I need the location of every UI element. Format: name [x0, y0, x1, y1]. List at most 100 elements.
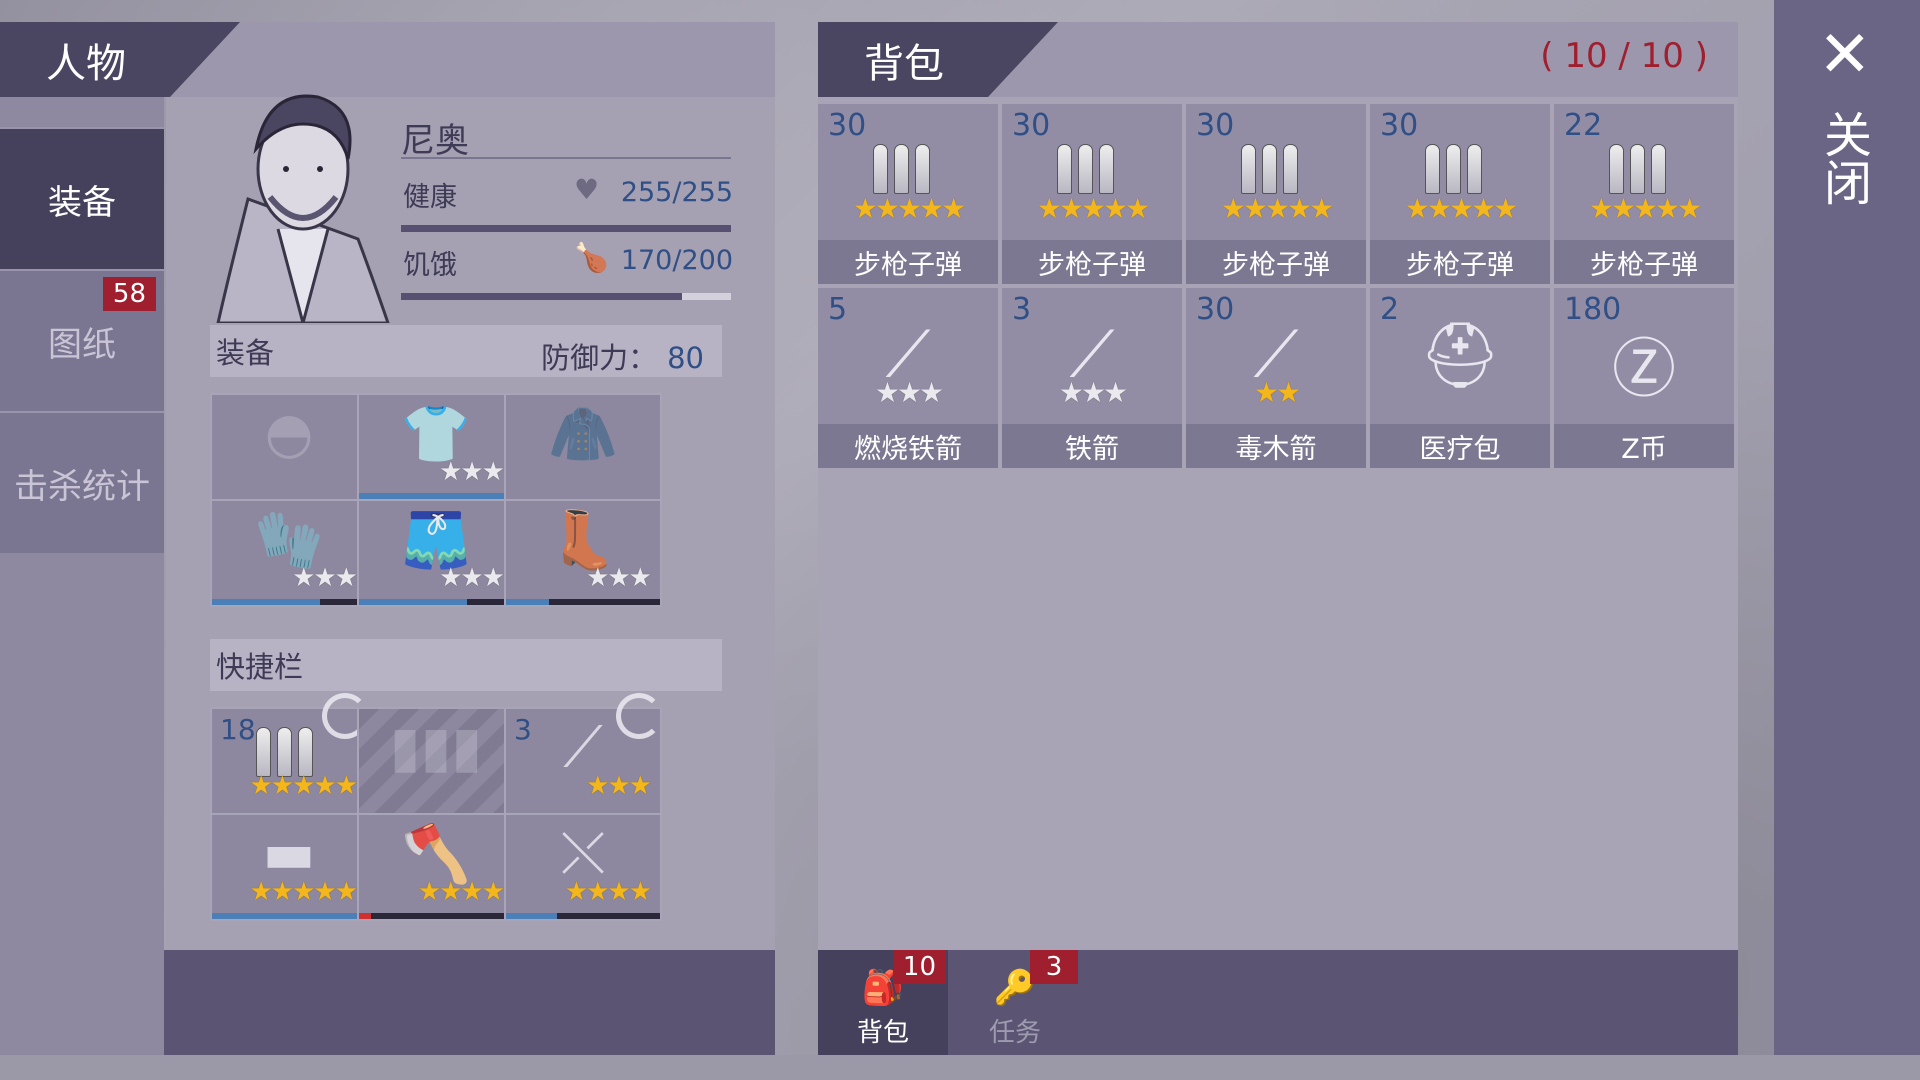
backpack-item[interactable]: 22 ★★★★★ 步枪子弹 [1554, 104, 1734, 284]
durability-fill [359, 599, 467, 605]
health-label: 健康 [403, 182, 457, 213]
tab-backpack[interactable]: 🎒 背包 10 [818, 950, 948, 1055]
close-strip[interactable]: ✕ 关闭 [1774, 0, 1920, 1080]
star-rating: ★★★ [292, 563, 358, 593]
medkit-icon: ⛑ [1419, 319, 1501, 393]
close-label[interactable]: 关闭 [1815, 110, 1878, 206]
item-name: 铁箭 [1002, 424, 1182, 468]
star-rating: ★★★★ [564, 877, 652, 907]
character-portrait [216, 94, 390, 323]
character-title: 人物 [0, 22, 240, 97]
item-count: 30 [1380, 108, 1419, 143]
health-bar [401, 225, 731, 232]
nav-blueprints[interactable]: 图纸 58 [0, 269, 164, 411]
backpack-item[interactable]: 2 ⛑ 医疗包 [1370, 288, 1550, 468]
slot-beanie[interactable]: ◓ [210, 393, 368, 501]
bullet-icon [873, 144, 943, 194]
durability-fill [359, 913, 372, 919]
item-count: 22 [1564, 108, 1603, 143]
slot-count: 3 [514, 713, 532, 746]
bullet-icon [1057, 144, 1127, 194]
tab-backpack-label: 背包 [856, 1018, 909, 1048]
item-name: 步枪子弹 [1370, 240, 1550, 284]
star-rating: ★★★★★ [1404, 192, 1519, 225]
tasks-tab-badge: 3 [1030, 950, 1078, 984]
heart-icon: ♥ [574, 173, 600, 206]
star-rating: ★★★ [439, 457, 505, 487]
nav-kill-stats-label: 击杀统计 [14, 466, 150, 507]
nav-kill-stats[interactable]: 击杀统计 [0, 411, 164, 553]
z-coin-icon: Ⓩ [1612, 333, 1676, 407]
backpack-item[interactable]: 30 ★★★★★ 步枪子弹 [818, 104, 998, 284]
item-name: Z币 [1554, 424, 1734, 468]
star-rating: ★★★★★ [249, 771, 358, 801]
durability-bar [359, 599, 513, 605]
close-icon[interactable]: ✕ [1818, 18, 1872, 92]
durability-fill [506, 599, 550, 605]
slot-axe[interactable]: 🪓 ★★★★ [357, 813, 515, 921]
jacket-icon: 🧥 [548, 402, 618, 467]
slot-rifle[interactable]: ▬ ★★★★★ [210, 813, 368, 921]
durability-fill [212, 599, 320, 605]
health-bar-fill [401, 225, 731, 232]
nav-blueprints-label: 图纸 [48, 324, 116, 365]
backpack-footer: 🎒 背包 10 🔑 任务 3 [818, 950, 1738, 1055]
bullet-icon [1241, 144, 1311, 194]
slot-crossbow[interactable]: ⤬ ★★★★ [504, 813, 662, 921]
defense-stat: 防御力： 80 [541, 335, 704, 377]
slot-jacket[interactable]: 🧥 [504, 393, 662, 501]
blueprints-badge: 58 [102, 277, 156, 311]
equipment-title: 装备 [216, 336, 275, 370]
backpack-header: 背包 ( 10 / 10 ) [818, 22, 1738, 97]
slot-gloves[interactable]: 🧤 ★★★ [210, 499, 368, 607]
slot-tshirt[interactable]: 👕 ★★★ [357, 393, 515, 501]
item-name: 毒木箭 [1186, 424, 1366, 468]
star-rating: ★★★ [439, 563, 505, 593]
slot-boots[interactable]: 👢 ★★★ [504, 499, 662, 607]
character-panel: 人物 装备 图纸 58 击杀统计 尼奥 健康 ♥ 255/255 饥饿 🍗 17… [0, 22, 775, 1055]
quickbar-title: 快捷栏 [216, 650, 304, 684]
item-count: 30 [1012, 108, 1051, 143]
nav-equipment-label: 装备 [48, 182, 116, 223]
star-rating: ★★ [1253, 376, 1301, 409]
tab-tasks[interactable]: 🔑 任务 3 [950, 950, 1080, 1055]
item-name: 步枪子弹 [1002, 240, 1182, 284]
star-rating: ★★★ [874, 376, 944, 409]
backpack-title: 背包 [818, 22, 1058, 97]
backpack-item[interactable]: 180 Ⓩ Z币 [1554, 288, 1734, 468]
star-rating: ★★★★★ [1588, 192, 1703, 225]
ammo-placeholder-icon: ▮▮▮ [389, 715, 483, 780]
backpack-item[interactable]: 30 ⟋ ★★ 毒木箭 [1186, 288, 1366, 468]
backpack-item[interactable]: 30 ★★★★★ 步枪子弹 [1186, 104, 1366, 284]
durability-bar [506, 599, 660, 605]
backpack-item[interactable]: 30 ★★★★★ 步枪子弹 [1002, 104, 1182, 284]
backpack-panel: 背包 ( 10 / 10 ) 30 ★★★★★ 步枪子弹 30 ★★★★★ 步枪子弹 30 ★… [818, 22, 1738, 1055]
meat-icon: 🍗 [574, 241, 609, 274]
item-name: 步枪子弹 [1554, 240, 1734, 284]
star-rating: ★★★★★ [852, 192, 967, 225]
backpack-item[interactable]: 5 ⟋ ★★★ 燃烧铁箭 [818, 288, 998, 468]
item-count: 30 [1196, 108, 1235, 143]
backpack-item[interactable]: 30 ★★★★★ 步枪子弹 [1370, 104, 1550, 284]
item-name: 步枪子弹 [1186, 240, 1366, 284]
tab-tasks-label: 任务 [988, 1018, 1041, 1048]
hunger-bar [401, 293, 731, 300]
star-rating: ★★★ [1058, 376, 1128, 409]
swap-icon[interactable] [616, 693, 662, 739]
star-rating: ★★★ [586, 563, 652, 593]
slot-shorts[interactable]: 🩳 ★★★ [357, 499, 515, 607]
quickbar-section: 快捷栏 [210, 639, 722, 691]
nav-equipment[interactable]: 装备 [0, 127, 164, 269]
left-footer [164, 950, 775, 1055]
hunger-label: 饥饿 [403, 250, 457, 281]
equipment-section: 装备 防御力： 80 [210, 325, 722, 377]
hunger-value: 170/200 [620, 245, 733, 276]
hunger-bar-fill [401, 293, 682, 300]
backpack-item[interactable]: 3 ⟋ ★★★ 铁箭 [1002, 288, 1182, 468]
side-nav: 装备 图纸 58 击杀统计 [0, 97, 164, 1055]
beanie-icon: ◓ [264, 401, 314, 466]
character-name: 尼奥 [401, 121, 469, 161]
star-rating: ★★★★★ [1036, 192, 1151, 225]
slot-ammo-placeholder[interactable]: ▮▮▮ [357, 707, 515, 815]
star-rating: ★★★★★ [249, 877, 358, 907]
